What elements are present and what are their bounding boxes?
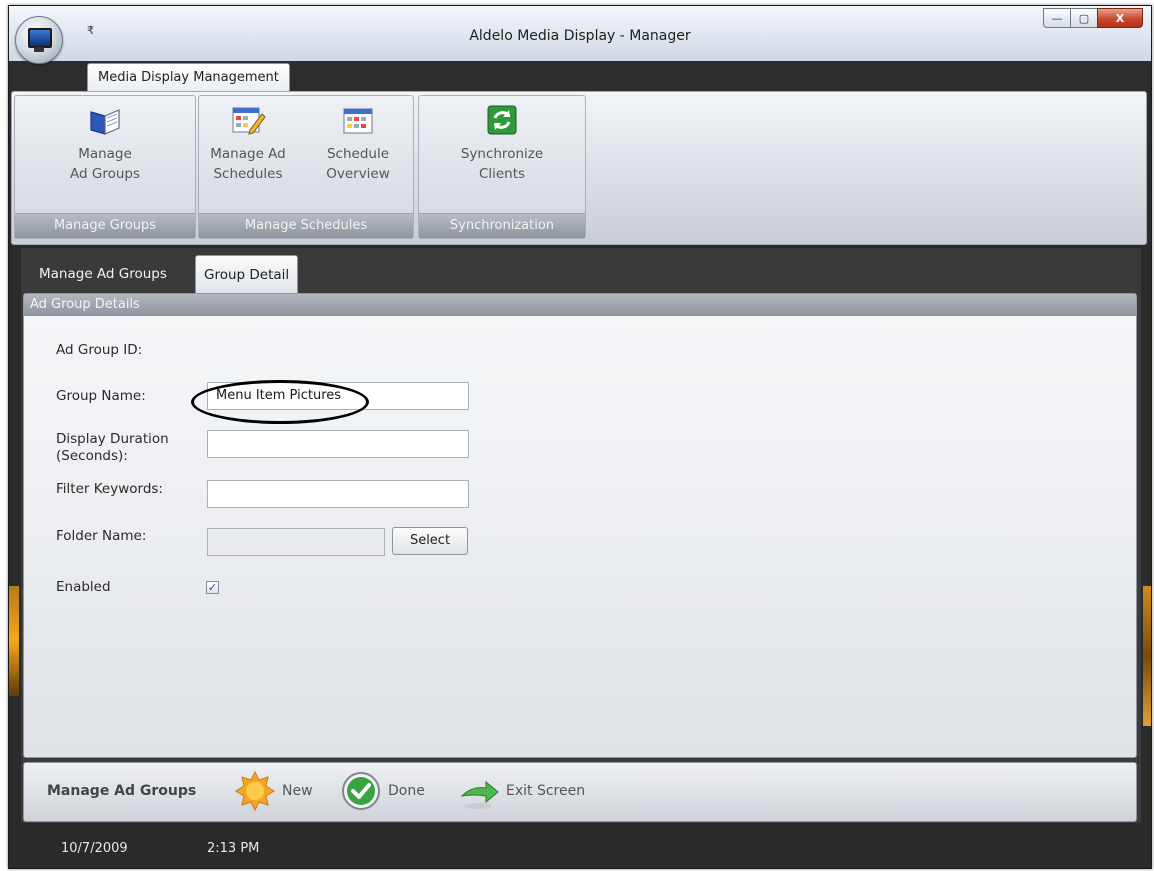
ribbon-group-label: Manage Schedules — [199, 213, 413, 238]
done-button-label: Done — [388, 783, 425, 799]
status-bar: 10/7/2009 2:13 PM — [19, 832, 1143, 865]
synchronize-clients-line1: Synchronize — [460, 146, 544, 162]
schedule-overview-line1: Schedule — [326, 146, 390, 162]
display-duration-label: Display Duration (Seconds): — [56, 431, 169, 465]
minimize-button[interactable]: — — [1043, 8, 1071, 28]
window-title: Aldelo Media Display - Manager — [469, 28, 691, 44]
status-date: 10/7/2009 — [61, 841, 128, 856]
starburst-icon — [234, 770, 276, 812]
synchronize-clients-button[interactable]: Synchronize Clients — [442, 104, 562, 184]
filter-keywords-field[interactable] — [207, 480, 469, 508]
application-menu-button[interactable] — [15, 16, 63, 64]
exit-screen-button[interactable]: Exit Screen — [458, 771, 585, 811]
monitor-icon — [28, 28, 52, 48]
exit-screen-button-label: Exit Screen — [506, 783, 586, 799]
select-folder-button[interactable]: Select — [392, 527, 468, 555]
ribbon-group-manage-schedules: Manage Ad Schedules Schedule Overview Ma… — [198, 95, 414, 239]
close-button[interactable]: X — [1097, 8, 1143, 28]
tab-group-detail[interactable]: Group Detail — [195, 255, 299, 295]
synchronize-clients-line2: Clients — [478, 166, 526, 182]
ribbon: Manage Ad Groups Manage Groups Manage Ad — [11, 91, 1147, 245]
status-time: 2:13 PM — [207, 841, 260, 856]
background-decoration-left — [9, 586, 19, 696]
ribbon-group-manage-groups: Manage Ad Groups Manage Groups — [14, 95, 196, 239]
enabled-checkbox[interactable]: ✓ — [206, 581, 219, 594]
group-name-field[interactable]: Menu Item Pictures — [207, 382, 469, 410]
checkmark-circle-icon — [340, 770, 382, 812]
background-decoration-right — [1143, 586, 1151, 726]
app-window: ₹ Aldelo Media Display - Manager — ▢ X M… — [8, 5, 1152, 869]
display-duration-field[interactable] — [207, 430, 469, 458]
panel-header: Ad Group Details — [24, 294, 1136, 316]
schedule-overview-button[interactable]: Schedule Overview — [315, 104, 401, 184]
ribbon-group-synchronization: Synchronize Clients Synchronization — [418, 95, 586, 239]
window-controls: — ▢ X — [1043, 8, 1143, 28]
bottom-toolbar-title: Manage Ad Groups — [47, 783, 197, 799]
group-name-label: Group Name: — [56, 388, 146, 404]
calendar-edit-icon — [230, 104, 266, 138]
tab-manage-ad-groups[interactable]: Manage Ad Groups — [31, 255, 175, 294]
title-bar: ₹ Aldelo Media Display - Manager — ▢ X — [9, 6, 1151, 64]
manage-ad-schedules-line2: Schedules — [213, 166, 283, 182]
ribbon-group-label: Synchronization — [419, 213, 585, 238]
ad-group-details-panel: Ad Group Details — [23, 293, 1137, 758]
display-duration-label-line1: Display Duration — [56, 431, 169, 447]
maximize-button[interactable]: ▢ — [1070, 8, 1098, 28]
manage-ad-groups-button[interactable]: Manage Ad Groups — [53, 104, 157, 184]
ribbon-tab-media-display-management[interactable]: Media Display Management — [87, 63, 290, 92]
sync-icon — [484, 104, 520, 138]
enabled-label: Enabled — [56, 579, 111, 595]
display-duration-label-line2: (Seconds): — [56, 448, 128, 464]
open-book-icon — [87, 104, 123, 138]
ribbon-group-label: Manage Groups — [15, 213, 195, 238]
manage-ad-schedules-button[interactable]: Manage Ad Schedules — [205, 104, 291, 184]
done-button[interactable]: Done — [340, 771, 425, 811]
content-tab-bar: Manage Ad Groups Group Detail — [21, 248, 1141, 295]
filter-keywords-label: Filter Keywords: — [56, 481, 163, 497]
exit-arrow-icon — [458, 770, 500, 812]
bottom-toolbar: Manage Ad Groups New Done Exit Screen — [23, 762, 1137, 822]
ribbon-tab-bar: Media Display Management — [9, 61, 1151, 92]
folder-name-field — [207, 528, 385, 556]
folder-name-label: Folder Name: — [56, 528, 147, 544]
monitor-stand-icon — [34, 47, 44, 52]
new-button-label: New — [282, 783, 313, 799]
ad-group-id-label: Ad Group ID: — [56, 342, 143, 358]
schedule-overview-line2: Overview — [326, 166, 390, 182]
manage-ad-schedules-line1: Manage Ad — [210, 146, 286, 162]
calendar-grid-icon — [340, 104, 376, 138]
new-button[interactable]: New — [234, 770, 313, 812]
manage-ad-groups-line2: Ad Groups — [70, 166, 140, 182]
manage-ad-groups-line1: Manage — [78, 146, 132, 162]
